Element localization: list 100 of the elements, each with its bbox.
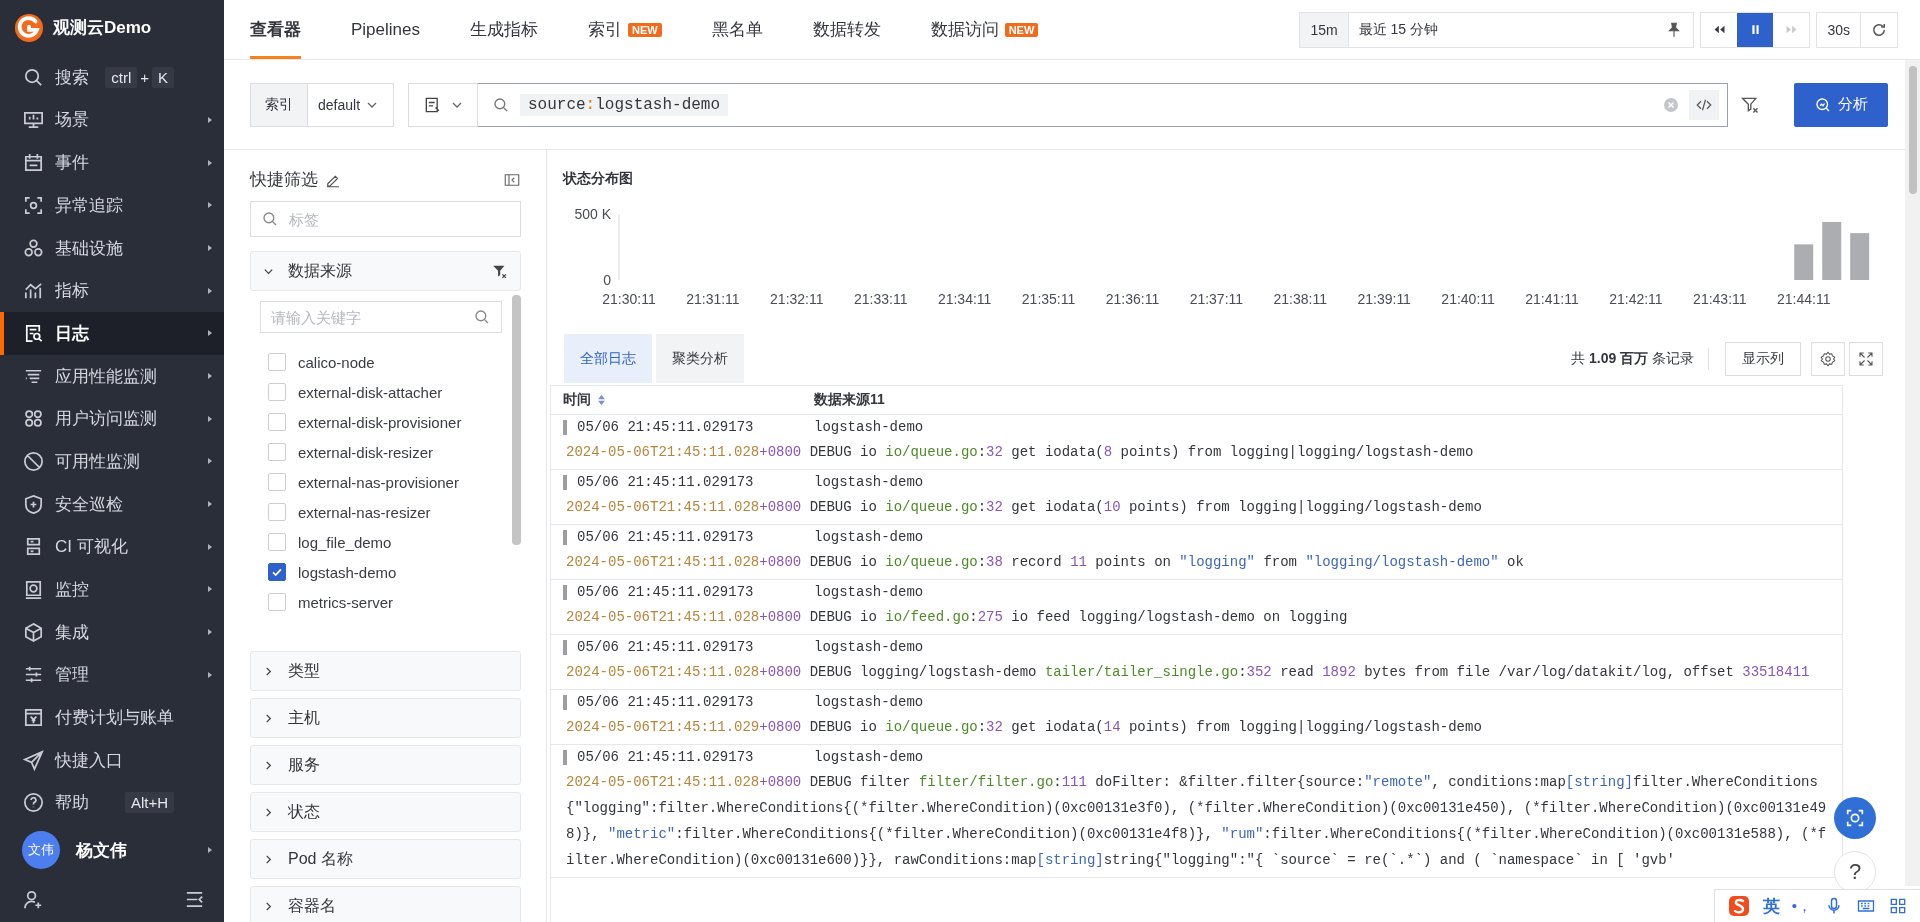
playback-button[interactable]	[1737, 12, 1774, 47]
axis-label: 0	[603, 272, 611, 288]
log-message: 2024-05-06T21:45:11.028+0800 DEBUG filter filter/filter.go:111 doFilter: &filter.filter{source:"remote", conditions:map[string]filter.WhereConditions{"logging":filter.WhereConditions{(*filter.WhereCondition)(0xc00131e3f0), (*filter.WhereCondition)(0xc00131e450), (*filter.WhereCondition)(0xc00131e498)}, "metric":filter.WhereConditions{(*filter.WhereCondition)(0xc00131e4f8)}, "rum":filter.WhereConditions{(*filter.WhereCondition)(0xc00131e588), (*filter.WhereCondition)(0xc00131e600)}}, rawConditions:map[string]string{"logging":"{ `source` = re(`.*`) and ( `namespace` in [ 'gvb'	[566, 773, 1828, 870]
nav-item[interactable]: 管理	[0, 653, 224, 697]
scrollbar[interactable]	[512, 295, 521, 545]
nav-item[interactable]: 快捷入口	[0, 738, 224, 782]
checkbox[interactable]	[268, 563, 286, 581]
view-mode-selector[interactable]	[408, 82, 478, 127]
nav-item[interactable]: 监控	[0, 568, 224, 611]
new-badge: NEW	[1004, 22, 1039, 37]
filter-group-header[interactable]: 服务	[250, 745, 521, 785]
nav-item[interactable]: 指标	[0, 269, 224, 312]
cube-icon	[22, 620, 45, 644]
nav-item[interactable]: 用户访问监测	[0, 397, 224, 441]
nav-item[interactable]: 应用性能监测	[0, 354, 224, 398]
nav-item[interactable]: 帮助 Alt+H	[0, 781, 224, 825]
option-label[interactable]: log_file_demo	[298, 533, 392, 551]
ime-punctuation[interactable]: •，	[1791, 896, 1812, 916]
option-label[interactable]: calico-node	[298, 353, 375, 371]
code-button[interactable]	[1689, 89, 1719, 120]
bar	[1850, 233, 1870, 280]
scan-button[interactable]	[1834, 797, 1876, 839]
analysis-icon	[1814, 95, 1832, 114]
help-icon	[22, 791, 45, 815]
tab[interactable]: 索引 NEW	[588, 0, 662, 59]
filter-group-header[interactable]: 数据来源	[250, 251, 521, 291]
settings-button[interactable]	[1811, 341, 1845, 376]
time-cell-text: 05/06 21:45:11.029173	[577, 419, 755, 435]
row-marker	[563, 529, 567, 545]
tab[interactable]: 数据访问 NEW	[930, 0, 1039, 59]
axis-label: 21:44:11	[1777, 291, 1831, 307]
sort-icon[interactable]	[597, 394, 606, 406]
shortcut-key: ctrl	[105, 66, 138, 88]
source-cell: logstash-demo	[814, 474, 924, 490]
source-cell: logstash-demo	[814, 639, 924, 655]
filter-group-header[interactable]: 主机	[250, 698, 521, 738]
shortcut-key: K	[152, 66, 174, 88]
columns-button[interactable]: 显示列	[1725, 341, 1801, 376]
time-range-picker[interactable]: 15m 最近 15 分钟	[1299, 11, 1695, 48]
fullscreen-button[interactable]	[1849, 341, 1883, 376]
filter-group-header[interactable]: Pod 名称	[250, 839, 521, 879]
nav-item[interactable]: CI 可视化	[0, 525, 224, 569]
nav-item[interactable]: 搜索 ctrl + K	[0, 56, 224, 99]
apps-grid-icon[interactable]	[1888, 896, 1908, 916]
tab[interactable]: 查看器	[250, 0, 301, 59]
search-icon	[261, 210, 279, 228]
chevron-right-icon	[263, 806, 274, 818]
source-cell: logstash-demo	[814, 419, 924, 435]
search-icon	[473, 308, 491, 326]
column-header[interactable]: 数据来源11	[814, 391, 885, 409]
scrollbar[interactable]	[1905, 60, 1920, 886]
time-cell-text: 05/06 21:45:11.029173	[577, 529, 755, 545]
row-marker	[563, 694, 567, 710]
nav-item[interactable]: 付费计划与账单	[0, 696, 224, 739]
column-header[interactable]: 时间	[563, 391, 591, 409]
index-label: 索引	[251, 83, 308, 126]
option-label[interactable]: external-nas-resizer	[298, 503, 431, 521]
source-cell: logstash-demo	[814, 529, 924, 545]
filter-group-header[interactable]: 类型	[250, 651, 521, 691]
tag-search-field[interactable]: 标签	[250, 201, 521, 237]
nav-item[interactable]: 安全巡检	[0, 482, 224, 526]
query-field[interactable]: source:logstash-demo	[478, 82, 1728, 127]
ime-mode[interactable]: 英	[1762, 894, 1780, 918]
filter-group-header[interactable]: 容器名	[250, 886, 521, 922]
tab[interactable]: 全部日志	[564, 334, 652, 383]
ime-logo-icon[interactable]	[1726, 894, 1751, 918]
axis-label: 21:30:11	[602, 291, 656, 307]
option-label[interactable]: logstash-demo	[298, 563, 397, 581]
option-label[interactable]: external-disk-provisioner	[298, 413, 462, 431]
tab[interactable]: 生成指标	[470, 0, 538, 59]
nav-item[interactable]: 基础设施	[0, 226, 224, 270]
nav-item[interactable]: 异常追踪	[0, 184, 224, 227]
axis-label: 21:42:11	[1609, 291, 1663, 307]
option-label[interactable]: metrics-server	[298, 593, 393, 611]
log-message: 2024-05-06T21:45:11.028+0800 DEBUG io io/queue.go:32 get iodata(10 points) from logging|logging/logstash-demo	[566, 498, 1483, 517]
nav-item[interactable]: 集成	[0, 610, 224, 654]
row-marker	[563, 749, 567, 765]
option-label[interactable]: external-nas-provisioner	[298, 473, 459, 491]
index-selector[interactable]: 索引 default	[250, 82, 394, 127]
nav-item[interactable]: 事件	[0, 141, 224, 184]
analyze-button[interactable]: 分析	[1794, 82, 1888, 127]
option-label[interactable]: external-disk-resizer	[298, 443, 434, 461]
circles-icon	[22, 236, 45, 260]
bar	[1794, 244, 1814, 280]
chevron-right-icon	[263, 759, 274, 771]
query-token[interactable]: source:logstash-demo	[520, 93, 729, 116]
user-menu[interactable]: 文伟 杨文伟	[0, 824, 224, 877]
tab[interactable]: 聚类分析	[656, 334, 744, 383]
nav-item[interactable]: 日志	[0, 312, 224, 355]
time-cell-text: 05/06 21:45:11.029173	[577, 694, 755, 710]
nav-item[interactable]: 可用性监测	[0, 440, 224, 483]
panel-title: 快捷筛选	[250, 169, 318, 191]
refresh-control[interactable]: 30s	[1816, 11, 1898, 48]
tab[interactable]: Pipelines	[351, 0, 420, 59]
nav-item[interactable]: 场景	[0, 98, 224, 142]
tab[interactable]: 数据转发	[812, 0, 881, 59]
option-label[interactable]: external-disk-attacher	[298, 383, 443, 401]
keyword-search-field[interactable]: 请输入关键字	[260, 301, 502, 333]
filter-group-header[interactable]: 状态	[250, 792, 521, 832]
tab[interactable]: 黑名单	[711, 0, 763, 59]
